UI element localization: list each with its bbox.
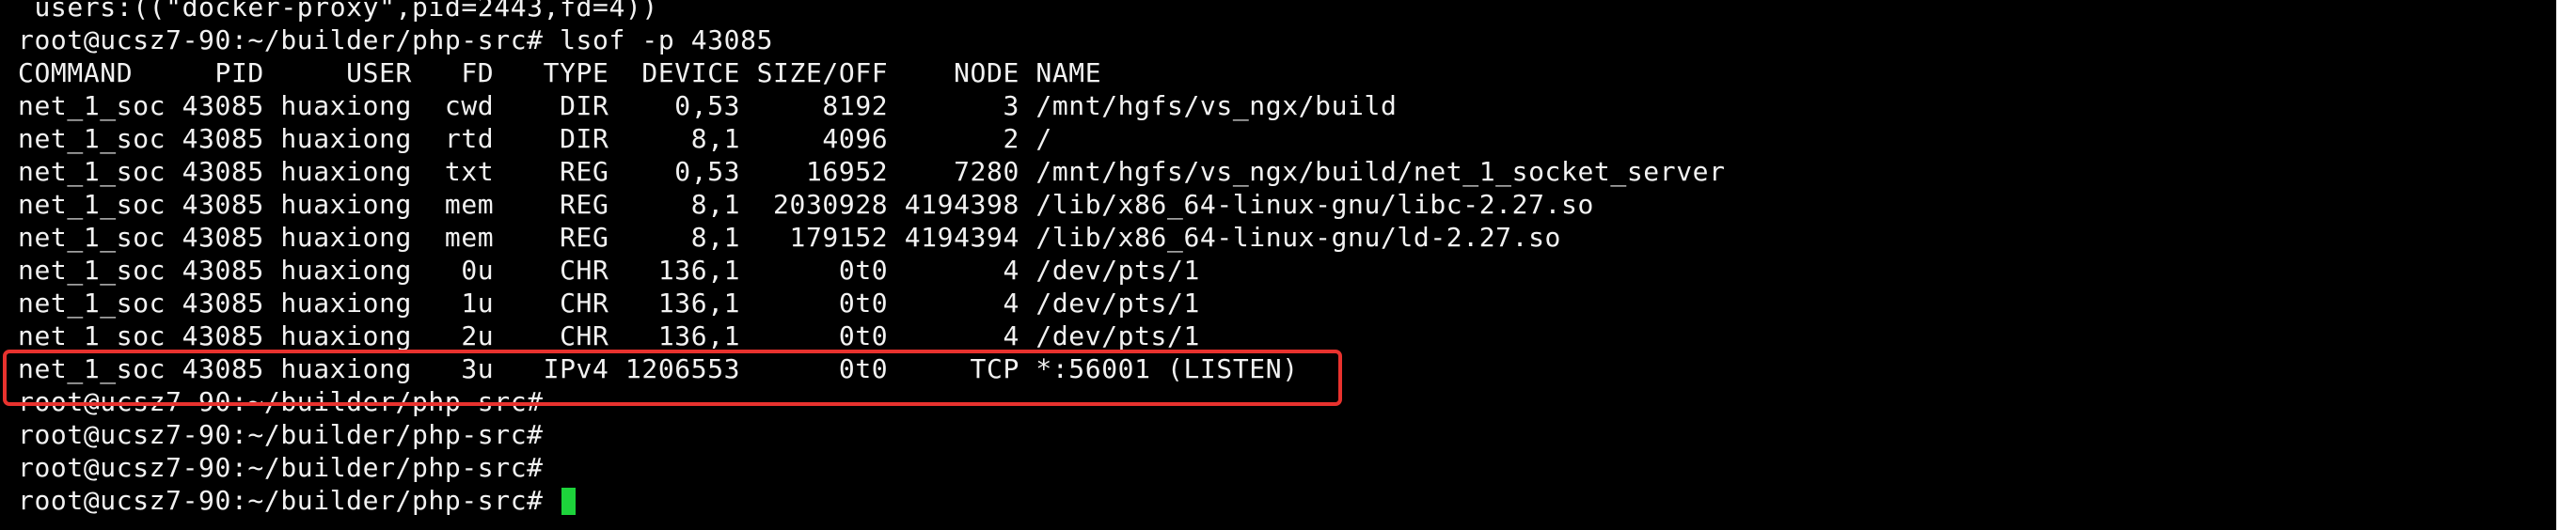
terminal-prompt-line: root@ucsz7-90:~/builder/php-src#: [18, 452, 544, 483]
terminal-line-command: root@ucsz7-90:~/builder/php-src# lsof -p…: [18, 24, 774, 55]
lsof-row-txt: net_1_soc 43085 huaxiong txt REG 0,53 16…: [18, 156, 1726, 187]
terminal-cursor: [561, 488, 577, 515]
window-edge: [2556, 0, 2576, 530]
lsof-row-mem-ld: net_1_soc 43085 huaxiong mem REG 8,1 179…: [18, 222, 1561, 253]
lsof-row-fd-2u: net_1_soc 43085 huaxiong 2u CHR 136,1 0t…: [18, 320, 1200, 351]
lsof-row-fd-1u: net_1_soc 43085 huaxiong 1u CHR 136,1 0t…: [18, 288, 1200, 319]
terminal-output: users:(("docker-proxy",pid=2443,fd=4)) r…: [18, 0, 1726, 517]
lsof-row-rtd: net_1_soc 43085 huaxiong rtd DIR 8,1 409…: [18, 123, 1052, 154]
lsof-row-mem-libc: net_1_soc 43085 huaxiong mem REG 8,1 203…: [18, 189, 1594, 220]
terminal-line: users:(("docker-proxy",pid=2443,fd=4)): [18, 0, 658, 23]
terminal-window[interactable]: users:(("docker-proxy",pid=2443,fd=4)) r…: [0, 0, 2556, 530]
lsof-row-fd-0u: net_1_soc 43085 huaxiong 0u CHR 136,1 0t…: [18, 255, 1200, 286]
terminal-prompt-text: root@ucsz7-90:~/builder/php-src#: [18, 485, 561, 516]
highlight-annotation-box: [3, 350, 1342, 406]
terminal-active-prompt[interactable]: root@ucsz7-90:~/builder/php-src#: [18, 484, 1726, 517]
lsof-row-cwd: net_1_soc 43085 huaxiong cwd DIR 0,53 81…: [18, 90, 1398, 121]
terminal-prompt-line: root@ucsz7-90:~/builder/php-src#: [18, 419, 544, 450]
lsof-header-row: COMMAND PID USER FD TYPE DEVICE SIZE/OFF…: [18, 57, 1102, 88]
